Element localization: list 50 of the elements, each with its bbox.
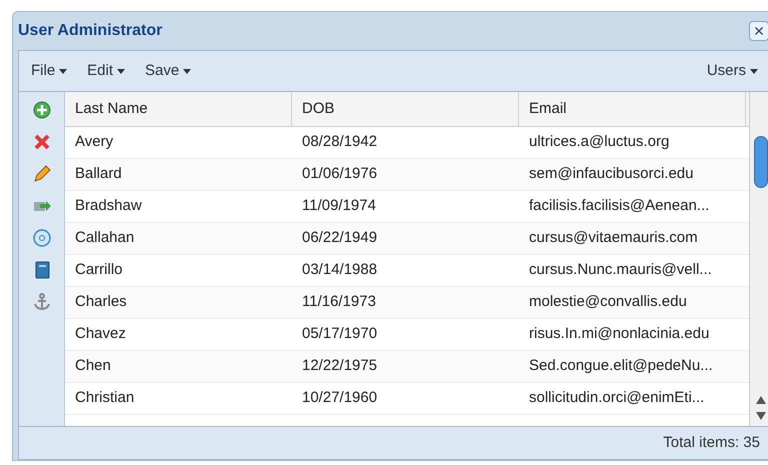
column-header[interactable]: DOB xyxy=(292,92,519,126)
table-cell-text: facilisis.facilisis@Aenean... xyxy=(528,196,710,216)
anchor-icon[interactable] xyxy=(32,292,52,312)
table-cell-text: risus.In.mi@nonlacinia.edu xyxy=(528,324,710,344)
table-cell-text: Sed.congue.elit@pedeNu... xyxy=(528,356,714,376)
table-cell-text: Christian xyxy=(74,388,136,408)
disc-icon[interactable] xyxy=(32,228,52,248)
caret-icon xyxy=(750,68,758,74)
menu-button[interactable]: Edit xyxy=(87,60,126,82)
table-cell-text: Carrillo xyxy=(74,260,124,280)
table-cell-text: 03/14/1988 xyxy=(301,260,378,280)
column-header[interactable]: Email xyxy=(519,92,746,126)
table-cell-text: Ballard xyxy=(74,164,123,184)
menu-button[interactable]: Save xyxy=(145,60,192,82)
table-cell-text: Bradshaw xyxy=(74,196,143,216)
window-title: User Administrator xyxy=(18,21,162,41)
caret-icon xyxy=(183,68,192,74)
table-cell-text: 11/09/1974 xyxy=(301,196,377,216)
add-icon[interactable] xyxy=(32,100,52,120)
table-cell-text: Callahan xyxy=(74,228,136,248)
caret-icon xyxy=(59,68,68,74)
table-cell-text: cursus@vitaemauris.com xyxy=(528,228,699,248)
table-cell-text: 12/22/1975 xyxy=(301,356,378,376)
table-cell-text: molestie@convallis.edu xyxy=(528,292,688,312)
table-cell-text: cursus.Nunc.mauris@vell... xyxy=(528,260,713,280)
table-cell-text: 05/17/1970 xyxy=(301,324,378,344)
scroll-thumb[interactable] xyxy=(754,136,768,188)
scroll-up-icon[interactable] xyxy=(756,396,766,404)
delete-icon[interactable] xyxy=(32,132,52,152)
column-header[interactable]: Last Name xyxy=(65,92,292,126)
table-cell-text: 08/28/1942 xyxy=(301,132,378,152)
table-cell-text: sem@infaucibusorci.edu xyxy=(528,164,694,184)
table-cell-text: 11/16/1973 xyxy=(301,292,377,312)
pencil-icon[interactable] xyxy=(32,164,52,184)
total-items-label: Total items: 35 xyxy=(663,432,760,453)
table-cell-text: Chen xyxy=(74,356,112,376)
table-cell-text: Chavez xyxy=(74,324,127,344)
table-cell-text: Avery xyxy=(74,132,114,152)
table-cell-text: sollicitudin.orci@enimEti... xyxy=(528,388,706,408)
scroll-down-icon[interactable] xyxy=(756,412,766,420)
close-button[interactable]: × xyxy=(749,21,768,41)
table-cell-text: 01/06/1976 xyxy=(301,164,378,184)
table-cell-text: 06/22/1949 xyxy=(301,228,378,248)
table-cell-text: ultrices.a@luctus.org xyxy=(528,132,670,152)
menu-button[interactable]: File xyxy=(31,60,68,82)
caret-icon xyxy=(117,68,126,74)
menu-button[interactable]: Users xyxy=(706,60,758,82)
table-cell-text: Charles xyxy=(74,292,128,312)
table-cell-text: 10/27/1960 xyxy=(301,388,378,408)
scrollbar[interactable] xyxy=(749,92,768,426)
